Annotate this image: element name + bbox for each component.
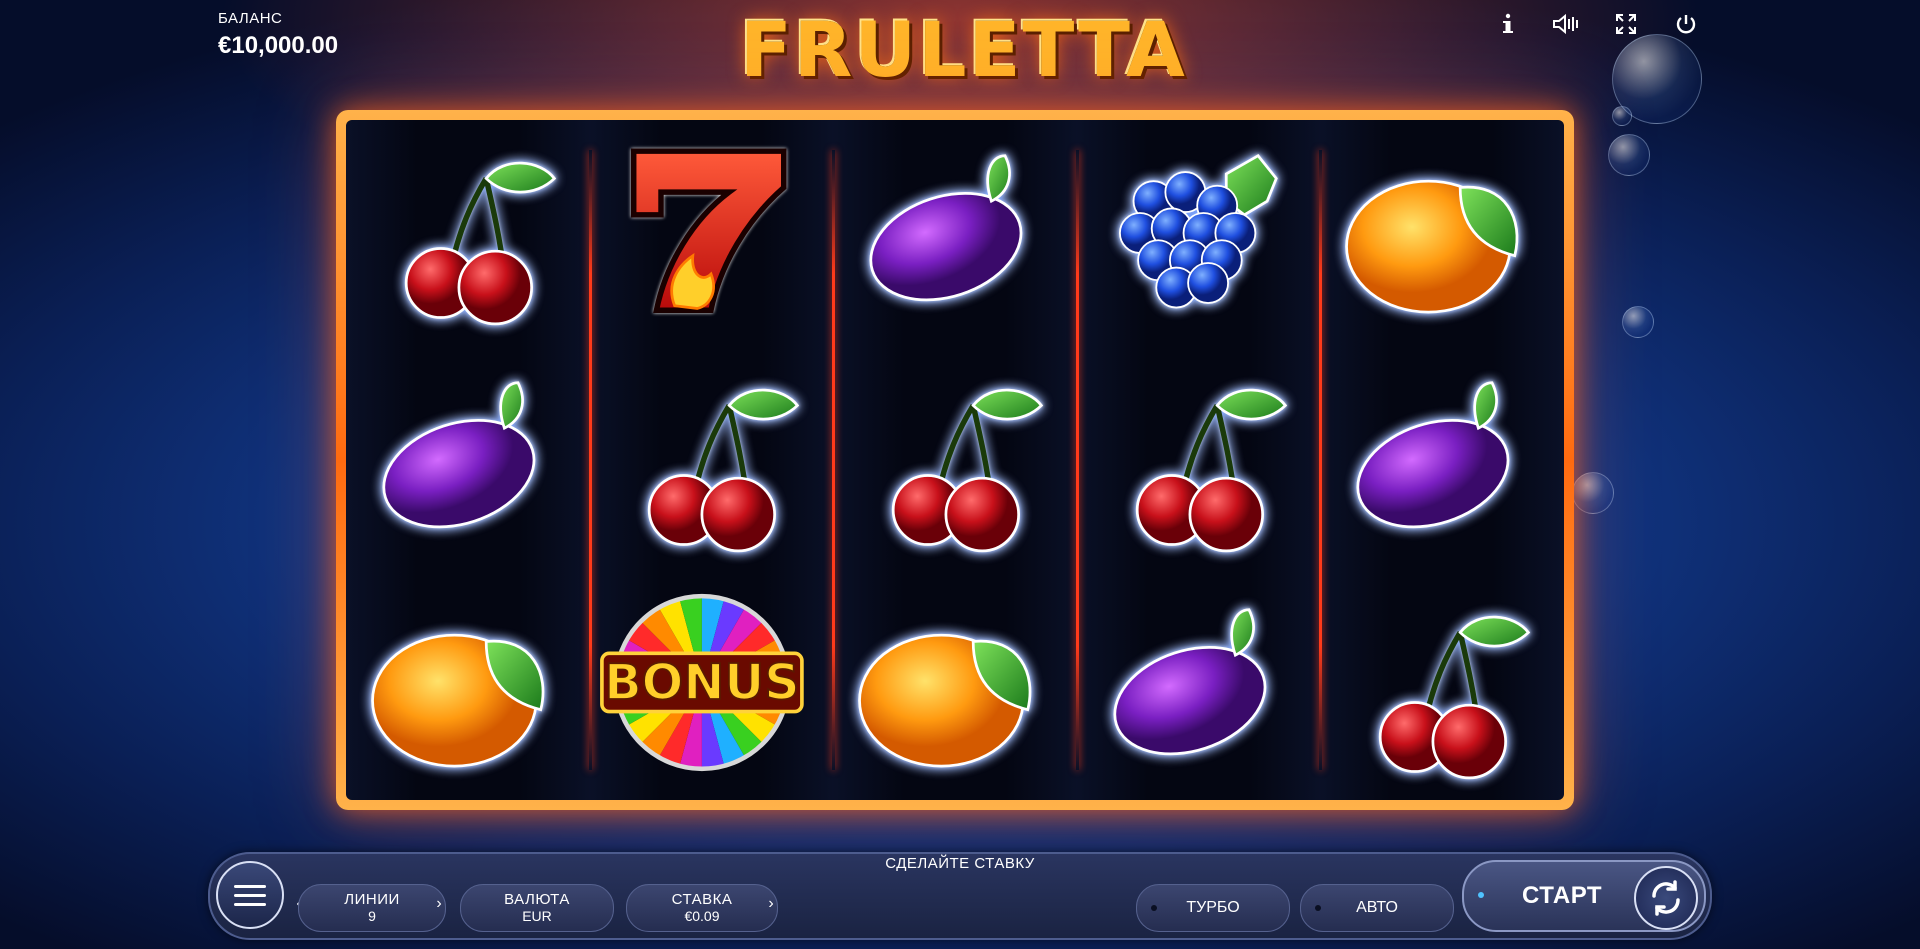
currency-value: EUR [522, 908, 552, 924]
plum-symbol [1099, 587, 1299, 787]
auto-toggle[interactable]: АВТО [1300, 884, 1454, 932]
spin-icon[interactable] [1634, 866, 1698, 930]
lines-increase-arrow[interactable]: › [430, 895, 448, 913]
lines-value: 9 [368, 908, 376, 924]
bet-selector[interactable]: СТАВКА €0.09 [626, 884, 778, 932]
turbo-label: ТУРБО [1186, 899, 1240, 916]
reel-3 [832, 120, 1077, 800]
game-logo: FRULETTA [740, 5, 1187, 94]
lines-label: ЛИНИИ [344, 891, 400, 908]
cherry-symbol [855, 360, 1055, 560]
seven-symbol [611, 133, 811, 333]
bet-value: €0.09 [684, 908, 720, 924]
start-indicator [1478, 892, 1484, 898]
orange-symbol [855, 587, 1055, 787]
reel-5 [1319, 120, 1564, 800]
start-button[interactable]: СТАРТ [1462, 860, 1706, 932]
reel-frame: BONUS [336, 110, 1574, 810]
turbo-indicator [1151, 905, 1157, 911]
start-label: СТАРТ [1522, 882, 1603, 909]
currency-label: ВАЛЮТА [504, 891, 570, 908]
auto-indicator [1315, 905, 1321, 911]
orange-symbol [368, 587, 568, 787]
bonus-text: BONUS [605, 652, 800, 710]
bubble [1622, 306, 1654, 338]
grapes-symbol [1099, 133, 1299, 333]
plum-symbol [1342, 360, 1542, 560]
bubble [1608, 134, 1650, 176]
menu-icon-line [234, 893, 266, 897]
bubble [1572, 472, 1614, 514]
reel-4 [1075, 120, 1321, 800]
reel-2: BONUS [588, 120, 834, 800]
plum-symbol [855, 133, 1055, 333]
lines-selector[interactable]: ЛИНИИ 9 [298, 884, 446, 932]
sound-icon[interactable] [1548, 6, 1584, 42]
bonus-symbol: BONUS [600, 587, 811, 787]
info-icon[interactable] [1490, 6, 1526, 42]
plum-symbol [368, 360, 568, 560]
orange-symbol [1342, 133, 1542, 333]
menu-icon-line [234, 902, 266, 906]
bet-increase-arrow[interactable]: › [762, 895, 780, 913]
cherry-symbol [368, 133, 568, 333]
turbo-toggle[interactable]: ТУРБО [1136, 884, 1290, 932]
bubble [1612, 106, 1632, 126]
auto-label: АВТО [1356, 899, 1398, 916]
reels-area: BONUS [346, 120, 1564, 800]
cherry-symbol [611, 360, 811, 560]
currency-selector[interactable]: ВАЛЮТА EUR [460, 884, 614, 932]
bet-label: СТАВКА [671, 891, 733, 908]
balance-label: БАЛАНС [218, 10, 283, 27]
menu-icon [234, 884, 266, 888]
reel-1 [346, 120, 590, 800]
balance-value: €10,000.00 [218, 32, 339, 59]
cherry-symbol [1342, 587, 1542, 787]
menu-button[interactable] [216, 861, 284, 929]
cherry-symbol [1099, 360, 1299, 560]
